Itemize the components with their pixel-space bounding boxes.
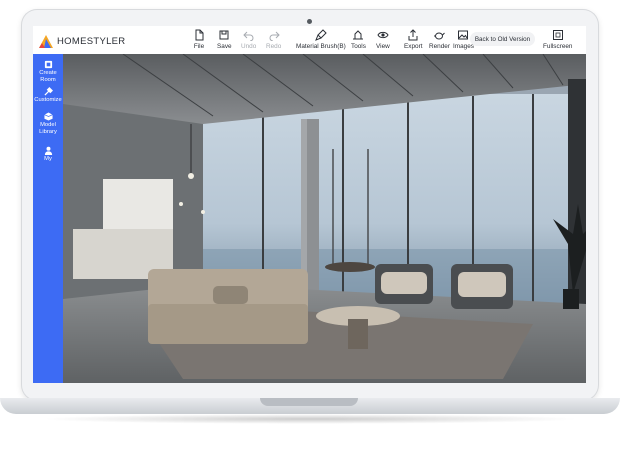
tools-icon: [353, 30, 364, 40]
sidebar-item-customize[interactable]: Customize: [33, 87, 63, 104]
laptop-notch: [260, 398, 358, 406]
material-brush-button[interactable]: Material Brush(B): [296, 29, 346, 50]
create-room-icon: [44, 60, 52, 69]
images-label: Images: [453, 43, 474, 50]
brush-icon: [314, 29, 327, 41]
file-label: File: [193, 43, 205, 50]
save-button[interactable]: Save: [217, 29, 232, 50]
living-room-render: [63, 54, 586, 383]
app-screen: HOMESTYLER File Save Undo Redo Material …: [33, 26, 586, 383]
customize-icon: [43, 87, 53, 96]
view-button[interactable]: View: [376, 29, 390, 50]
fullscreen-button[interactable]: Fullscreen: [543, 29, 572, 50]
eye-icon: [377, 31, 389, 39]
export-label: Export: [404, 43, 423, 50]
fullscreen-label: Fullscreen: [543, 43, 573, 50]
redo-label: Redo: [266, 43, 282, 50]
sidebar-item-model-library[interactable]: Model Library: [33, 112, 63, 135]
laptop-shadow: [40, 414, 580, 424]
view-label: View: [376, 43, 390, 50]
back-to-old-version-button[interactable]: Back to Old Version: [470, 32, 535, 46]
tools-label: Tools: [351, 43, 366, 50]
brand-name: HOMESTYLER: [57, 35, 126, 47]
export-icon: [408, 29, 418, 41]
render-viewport[interactable]: [63, 54, 586, 383]
redo-icon: [269, 31, 280, 41]
sidebar-item-label: Customize: [34, 97, 62, 103]
export-button[interactable]: Export: [404, 29, 422, 50]
sidebar-item-create-room[interactable]: Create Room: [33, 60, 63, 83]
homestyler-logo-icon: [39, 34, 53, 48]
fullscreen-icon: [552, 30, 563, 40]
left-sidebar: Create Room Customize Model Library My: [33, 54, 63, 383]
sidebar-item-label: Create Room: [39, 70, 57, 83]
teapot-icon: [434, 32, 446, 40]
undo-label: Undo: [241, 43, 257, 50]
render-button[interactable]: Render: [429, 29, 450, 50]
sidebar-item-my[interactable]: My: [33, 146, 63, 163]
brand-logo[interactable]: HOMESTYLER: [39, 33, 125, 49]
images-icon: [458, 30, 469, 40]
undo-icon: [242, 31, 254, 41]
redo-button[interactable]: Redo: [266, 29, 281, 50]
webcam-icon: [307, 19, 312, 24]
sidebar-item-label: My: [44, 156, 52, 162]
save-label: Save: [217, 43, 232, 50]
undo-button[interactable]: Undo: [241, 29, 256, 50]
sidebar-item-label: Model Library: [39, 122, 57, 135]
user-icon: [44, 146, 52, 155]
top-toolbar: HOMESTYLER File Save Undo Redo Material …: [33, 26, 586, 55]
cube-icon: [43, 112, 53, 121]
file-button[interactable]: File: [193, 29, 205, 50]
material-brush-label: Material Brush(B): [296, 43, 346, 50]
save-icon: [219, 30, 229, 40]
render-label: Render: [429, 43, 450, 50]
file-icon: [195, 29, 204, 41]
tools-button[interactable]: Tools: [351, 29, 366, 50]
